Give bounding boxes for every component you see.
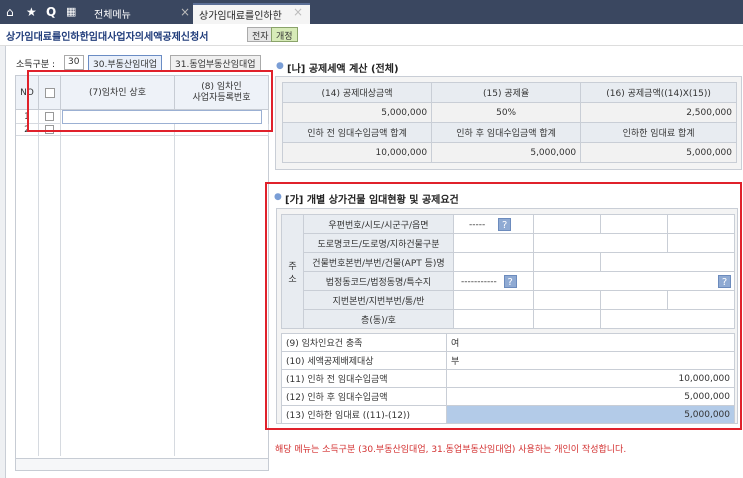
- detail-panel: 주소 우편번호/시도/시군구/읍면 ----- ? 도로명코드/도로명/지하건물…: [276, 208, 738, 424]
- page-title: 상가임대료를인하한임대사업자의세액공제신청서: [6, 32, 209, 43]
- eupmyeon-cell[interactable]: [667, 214, 735, 234]
- legal-dong-cell[interactable]: ----------- ?: [453, 271, 534, 291]
- left-edge-strip: [0, 46, 6, 478]
- v-before: 10,000,000: [281, 142, 433, 163]
- zip-search-button[interactable]: ?: [498, 217, 512, 231]
- addr-row6-label: 층(동)/호: [303, 309, 454, 329]
- calc-table: (14) 공제대상금액 (15) 공제율 (16) 공제금액((14)X(15)…: [281, 82, 737, 163]
- highlight-box-left: [27, 70, 273, 132]
- usage-note: 해당 메뉴는 소득구분 (30.부동산임대업, 31.동업부동산임대업) 사용하…: [275, 445, 627, 455]
- h14: (14) 공제대상금액: [281, 82, 433, 103]
- ho-cell[interactable]: [533, 309, 601, 329]
- revised-badge[interactable]: 개정: [271, 27, 298, 42]
- title-bar: 상가임대료를인하한임대사업자의세액공제신청서 전자 개정: [0, 24, 743, 46]
- i13: (13) 인하한 임대료 ((11)-(12)): [281, 405, 447, 424]
- road-code-cell[interactable]: [453, 233, 534, 253]
- v13: 5,000,000: [446, 405, 735, 424]
- grid-menu-icon[interactable]: ▦: [66, 4, 76, 20]
- addr-row5-label: 지번본번/지번부번/통/반: [303, 290, 454, 310]
- v16: 2,500,000: [580, 102, 737, 123]
- tab-all-menu[interactable]: 전체메뉴: [94, 6, 131, 21]
- address-table: 주소 우편번호/시도/시군구/읍면 ----- ? 도로명코드/도로명/지하건물…: [281, 214, 735, 329]
- zip-cell[interactable]: ----- ?: [453, 214, 534, 234]
- detail-section-title: [가] 개별 상가건물 임대현황 및 공제요건: [285, 195, 459, 206]
- dong-search-button[interactable]: ?: [503, 274, 517, 288]
- h16: (16) 공제금액((14)X(15)): [580, 82, 737, 103]
- tong-cell[interactable]: [600, 290, 668, 310]
- income-code-input[interactable]: 30: [64, 55, 84, 70]
- electronic-badge[interactable]: 전자: [247, 27, 274, 42]
- v14: 5,000,000: [281, 102, 433, 123]
- search-icon[interactable]: Q: [46, 4, 56, 20]
- v12[interactable]: 5,000,000: [446, 387, 735, 406]
- special-cell[interactable]: ?: [533, 271, 735, 291]
- addr-row3-label: 건물번호본번/부번/건물(APT 등)명: [303, 252, 454, 272]
- v9[interactable]: 여: [446, 333, 735, 352]
- special-search-button[interactable]: ?: [718, 274, 731, 288]
- jibun-sub-cell[interactable]: [533, 290, 601, 310]
- v-reduced: 5,000,000: [580, 142, 737, 163]
- close-icon[interactable]: ×: [180, 5, 190, 19]
- h-reduced: 인하한 임대료 합계: [580, 122, 737, 143]
- floor-cell[interactable]: [453, 309, 534, 329]
- h15: (15) 공제율: [431, 82, 582, 103]
- i10: (10) 세액공제배제대상: [281, 351, 447, 370]
- addr-row2-label: 도로명코드/도로명/지하건물구분: [303, 233, 454, 253]
- tab-close-icon[interactable]: ×: [293, 5, 303, 19]
- calc-panel: (14) 공제대상금액 (15) 공제율 (16) 공제금액((14)X(15)…: [275, 76, 742, 170]
- tab-active-label: 상가임대료를인하한: [199, 11, 282, 22]
- bldg-sub-cell[interactable]: [533, 252, 601, 272]
- tab-joint-real-estate-rental[interactable]: 31.동업부동산임대업: [170, 55, 261, 71]
- i9: (9) 임차인요건 충족: [281, 333, 447, 352]
- requirements-table: (9) 임차인요건 충족 여 (10) 세액공제배제대상 부 (11) 인하 전 임…: [281, 333, 735, 424]
- home-icon[interactable]: ⌂: [6, 4, 14, 20]
- bldg-main-cell[interactable]: [453, 252, 534, 272]
- address-label: 주소: [281, 214, 304, 329]
- sido-cell[interactable]: [533, 214, 601, 234]
- v-after: 5,000,000: [431, 142, 582, 163]
- i11: (11) 인하 전 임대수입금액: [281, 369, 447, 388]
- tab-real-estate-rental[interactable]: 30.부동산임대업: [88, 55, 162, 71]
- i12: (12) 인하 후 임대수입금액: [281, 387, 447, 406]
- h-after: 인하 후 임대수입금액 합계: [431, 122, 582, 143]
- tenant-grid: NO (7)임차인 상호 (8) 임차인 사업자등록번호 1 2: [15, 75, 269, 471]
- v11[interactable]: 10,000,000: [446, 369, 735, 388]
- income-type-label: 소득구분 :: [16, 60, 56, 70]
- calc-section-title: [나] 공제세액 계산 (전체): [287, 64, 399, 75]
- sigungu-cell[interactable]: [600, 214, 668, 234]
- addr-row1-label: 우편번호/시도/시군구/읍면: [303, 214, 454, 234]
- ban-cell[interactable]: [667, 290, 735, 310]
- floor-extra-cell[interactable]: [600, 309, 735, 329]
- underground-cell[interactable]: [667, 233, 735, 253]
- addr-row4-label: 법정동코드/법정동명/특수지: [303, 271, 454, 291]
- bullet-icon: ●: [276, 61, 284, 71]
- top-tab-bar: ⌂ ★ Q ▦ 전체메뉴 × 상가임대료를인하한 ×: [0, 0, 743, 24]
- h-before: 인하 전 임대수입금액 합계: [281, 122, 433, 143]
- bldg-name-cell[interactable]: [600, 252, 735, 272]
- v15: 50%: [431, 102, 582, 123]
- v10[interactable]: 부: [446, 351, 735, 370]
- grid-footer: [16, 458, 268, 470]
- star-icon[interactable]: ★: [26, 4, 37, 20]
- jibun-main-cell[interactable]: [453, 290, 534, 310]
- bullet-icon: ●: [274, 192, 282, 202]
- road-name-cell[interactable]: [533, 233, 668, 253]
